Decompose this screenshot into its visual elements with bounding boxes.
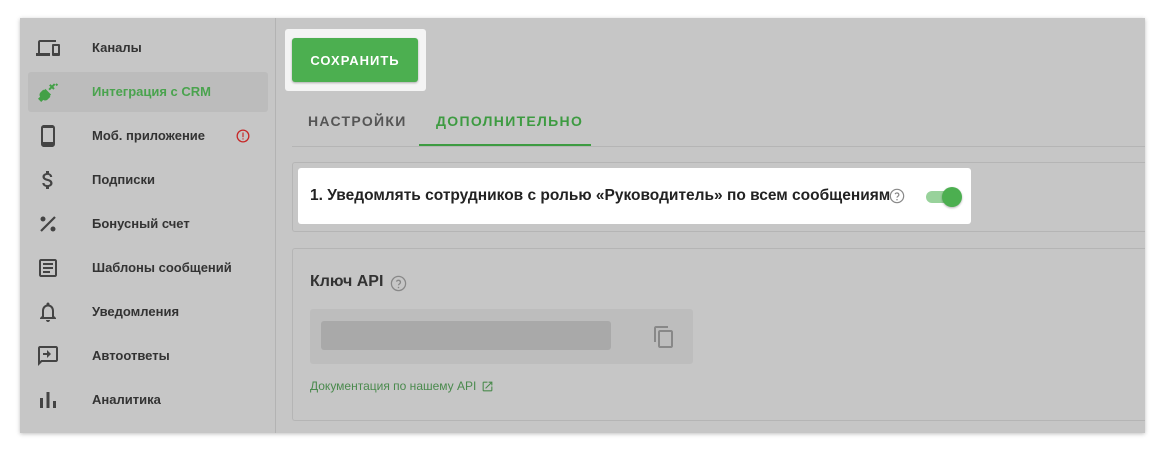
- percent-icon: [40, 216, 56, 232]
- notification-setting-label: 1. Уведомлять сотрудников с ролью «Руков…: [310, 187, 891, 204]
- sidebar-item-label: Интеграция с CRM: [92, 84, 212, 99]
- tab-bar: НАСТРОЙКИ ДОПОЛНИТЕЛЬНО: [292, 104, 1145, 147]
- plug-icon: [38, 83, 59, 102]
- warning-icon: [236, 129, 250, 143]
- api-key-panel: Ключ API Документация по нашему API: [292, 248, 1145, 421]
- notification-setting-panel: 1. Уведомлять сотрудников с ролью «Руков…: [292, 162, 1145, 232]
- sidebar-item-bonus[interactable]: Бонусный счет: [28, 204, 268, 244]
- reply-icon: [38, 346, 58, 366]
- sidebar-item-label: Подписки: [92, 172, 155, 187]
- notification-setting-row: 1. Уведомлять сотрудников с ролью «Руков…: [298, 168, 971, 224]
- help-icon[interactable]: [889, 188, 905, 204]
- document-icon: [39, 259, 57, 277]
- external-link-icon: [482, 381, 493, 391]
- sidebar-item-crm[interactable]: Интеграция с CRM: [28, 72, 268, 112]
- bar-chart-icon: [40, 392, 56, 408]
- tab-additional[interactable]: ДОПОЛНИТЕЛЬНО: [419, 104, 591, 146]
- devices-icon: [36, 40, 60, 56]
- sidebar-item-analytics[interactable]: Аналитика: [28, 380, 268, 420]
- sidebar-item-label: Каналы: [92, 40, 142, 55]
- sidebar-item-notifications[interactable]: Уведомления: [28, 292, 268, 332]
- api-key-box: [310, 309, 693, 364]
- sidebar: Каналы Интеграция с CRM Моб. приложение …: [20, 18, 276, 433]
- sidebar-item-templates[interactable]: Шаблоны сообщений: [28, 248, 268, 288]
- sidebar-item-label: Автоответы: [92, 348, 170, 363]
- phone-icon: [41, 125, 55, 147]
- api-docs-link-label: Документация по нашему API: [310, 379, 477, 393]
- sidebar-item-autoreplies[interactable]: Автоответы: [28, 336, 268, 376]
- sidebar-item-subscriptions[interactable]: Подписки: [28, 160, 268, 200]
- save-button-highlight: СОХРАНИТЬ: [285, 29, 426, 91]
- toggle-knob: [942, 187, 962, 207]
- notification-toggle[interactable]: [922, 187, 964, 207]
- api-key-title: Ключ API: [310, 273, 384, 290]
- api-key-field[interactable]: [321, 321, 611, 350]
- sidebar-item-label: Бонусный счет: [92, 216, 190, 231]
- save-button[interactable]: СОХРАНИТЬ: [292, 38, 418, 82]
- api-docs-link[interactable]: Документация по нашему API: [310, 379, 494, 393]
- tab-settings[interactable]: НАСТРОЙКИ: [308, 104, 407, 146]
- sidebar-item-label: Аналитика: [92, 392, 161, 407]
- sidebar-item-channels[interactable]: Каналы: [28, 28, 268, 68]
- help-icon[interactable]: [390, 275, 407, 292]
- bell-icon: [40, 302, 56, 322]
- sidebar-item-label: Моб. приложение: [92, 128, 206, 143]
- main-content: СОХРАНИТЬ НАСТРОЙКИ ДОПОЛНИТЕЛЬНО 1. Уве…: [276, 18, 1145, 433]
- dollar-icon: [42, 171, 53, 189]
- copy-icon[interactable]: [652, 325, 676, 349]
- sidebar-item-label: Шаблоны сообщений: [92, 260, 232, 275]
- sidebar-item-mobile-app[interactable]: Моб. приложение: [28, 116, 268, 156]
- app-window: Каналы Интеграция с CRM Моб. приложение …: [20, 18, 1145, 433]
- sidebar-item-label: Уведомления: [92, 304, 180, 319]
